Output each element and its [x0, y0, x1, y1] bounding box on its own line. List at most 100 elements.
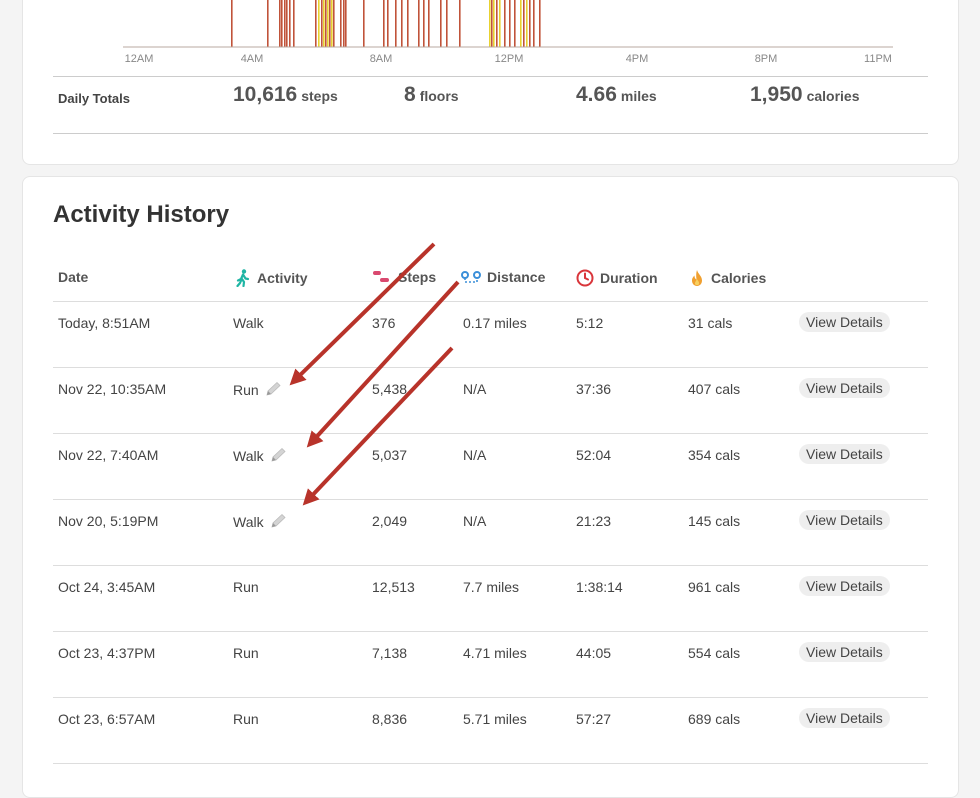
- row-activity-label: Walk: [233, 315, 264, 331]
- row-duration: 44:05: [576, 645, 612, 661]
- row-calories: 554 cals: [688, 645, 741, 661]
- chart-bar: [418, 0, 420, 47]
- row-distance: N/A: [463, 513, 487, 529]
- row-duration: 37:36: [576, 381, 612, 397]
- row-duration: 5:12: [576, 315, 604, 331]
- row-date: Nov 22, 10:35AM: [58, 381, 167, 397]
- col-header-activity-label: Activity: [257, 270, 308, 286]
- route-icon: [461, 270, 481, 284]
- total-miles-value: 4.66: [576, 83, 617, 106]
- chart-bar: [523, 0, 525, 47]
- chart-bar: [315, 0, 317, 47]
- row-calories: 407 cals: [688, 381, 741, 397]
- row-activity[interactable]: Run: [233, 645, 259, 661]
- chart-bar: [446, 0, 448, 47]
- row-distance: 0.17 miles: [463, 315, 527, 331]
- chart-bar: [321, 0, 323, 47]
- row-activity[interactable]: Walk: [233, 447, 288, 466]
- row-divider: [53, 763, 928, 764]
- col-header-date-label: Date: [58, 269, 89, 285]
- row-steps: 5,438: [372, 381, 408, 397]
- row-date: Oct 23, 6:57AM: [58, 711, 156, 727]
- col-header-duration-label: Duration: [600, 270, 658, 286]
- row-divider: [53, 499, 928, 500]
- view-details-button[interactable]: View Details: [799, 576, 890, 596]
- flame-icon: [689, 269, 705, 287]
- col-header-calories[interactable]: Calories: [689, 269, 766, 287]
- col-header-activity[interactable]: Activity: [235, 269, 308, 287]
- row-date: Nov 22, 7:40AM: [58, 447, 159, 463]
- chart-bar: [493, 0, 495, 47]
- chart-bar: [284, 0, 286, 47]
- col-header-distance[interactable]: Distance: [461, 269, 545, 285]
- row-activity[interactable]: Run: [233, 579, 259, 595]
- row-activity[interactable]: Run: [233, 381, 283, 400]
- chart-bar: [395, 0, 397, 47]
- row-duration: 1:38:14: [576, 579, 623, 595]
- row-divider: [53, 631, 928, 632]
- chart-bar: [504, 0, 506, 47]
- row-activity-label: Walk: [233, 448, 264, 464]
- chart-bar: [514, 0, 516, 47]
- row-activity[interactable]: Run: [233, 711, 259, 727]
- chart-bar: [323, 0, 325, 47]
- row-divider: [53, 565, 928, 566]
- chart-bar: [407, 0, 409, 47]
- col-header-date[interactable]: Date: [58, 269, 88, 285]
- chart-bar: [231, 0, 233, 47]
- row-steps: 5,037: [372, 447, 408, 463]
- row-duration: 21:23: [576, 513, 612, 529]
- chart-x-tick-label: 11PM: [864, 53, 892, 65]
- row-steps: 2,049: [372, 513, 408, 529]
- chart-bar: [529, 0, 531, 47]
- chart-bar: [509, 0, 511, 47]
- row-calories: 31 cals: [688, 315, 733, 331]
- activity-history-card: Activity History Date Activity Steps Dis…: [22, 176, 959, 798]
- row-activity[interactable]: Walk: [233, 315, 264, 331]
- col-header-distance-label: Distance: [487, 269, 546, 285]
- view-details-button[interactable]: View Details: [799, 642, 890, 662]
- view-details-button[interactable]: View Details: [799, 312, 890, 332]
- view-details-button[interactable]: View Details: [799, 444, 890, 464]
- chart-x-tick-label: 4PM: [626, 53, 649, 65]
- col-header-duration[interactable]: Duration: [576, 269, 658, 287]
- pencil-icon[interactable]: [265, 381, 283, 400]
- chart-bar: [401, 0, 403, 47]
- chart-x-tick-label: 8AM: [370, 53, 393, 65]
- total-miles: 4.66 miles: [576, 83, 657, 107]
- row-steps: 12,513: [372, 579, 415, 595]
- view-details-button[interactable]: View Details: [799, 510, 890, 530]
- chart-bar: [428, 0, 430, 47]
- chart-x-tick-label: 12PM: [495, 53, 524, 65]
- row-steps: 7,138: [372, 645, 408, 661]
- pencil-icon[interactable]: [270, 513, 288, 532]
- row-calories: 145 cals: [688, 513, 741, 529]
- row-duration: 57:27: [576, 711, 612, 727]
- row-distance: 7.7 miles: [463, 579, 520, 595]
- chart-bar: [327, 0, 329, 47]
- pencil-icon[interactable]: [270, 447, 288, 466]
- row-divider: [53, 433, 928, 434]
- view-details-button[interactable]: View Details: [799, 378, 890, 398]
- chart-bar: [423, 0, 425, 47]
- view-details-button[interactable]: View Details: [799, 708, 890, 728]
- total-floors-unit: floors: [419, 88, 459, 104]
- total-miles-unit: miles: [620, 88, 657, 104]
- row-steps: 376: [372, 315, 396, 331]
- clock-icon: [576, 269, 594, 287]
- col-header-steps[interactable]: Steps: [372, 269, 436, 285]
- chart-bar: [491, 0, 493, 47]
- row-calories: 354 cals: [688, 447, 741, 463]
- row-divider: [53, 697, 928, 698]
- total-floors-value: 8: [404, 83, 416, 106]
- chart-bar: [279, 0, 281, 47]
- chart-bar: [329, 0, 331, 47]
- col-header-calories-label: Calories: [711, 270, 767, 286]
- row-distance: N/A: [463, 447, 487, 463]
- row-steps: 8,836: [372, 711, 408, 727]
- row-calories: 689 cals: [688, 711, 741, 727]
- row-activity[interactable]: Walk: [233, 513, 288, 532]
- daily-totals-label: Daily Totals: [58, 91, 131, 106]
- chart-bar: [331, 0, 333, 47]
- row-activity-label: Run: [233, 711, 259, 727]
